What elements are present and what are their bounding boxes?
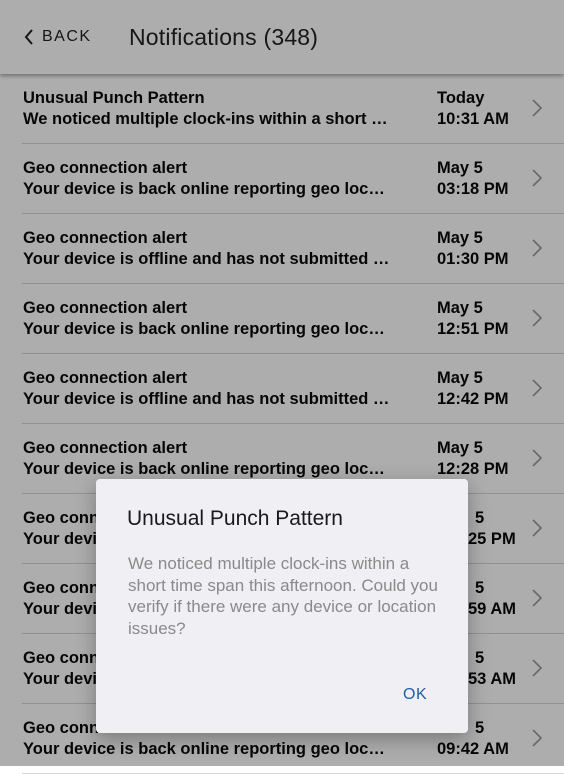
dialog-title: Unusual Punch Pattern (127, 507, 343, 530)
ok-button[interactable]: OK (403, 686, 427, 704)
alert-dialog: Unusual Punch Pattern We noticed multipl… (96, 479, 468, 733)
dialog-message: We noticed multiple clock-ins within a s… (128, 554, 438, 638)
